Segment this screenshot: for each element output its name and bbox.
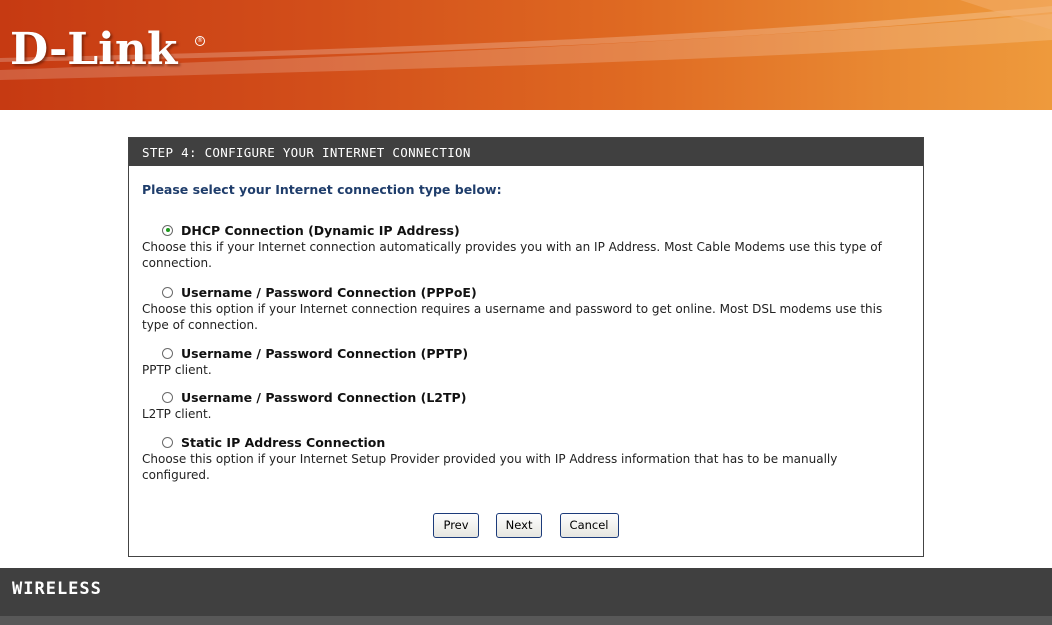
option-pppoe[interactable]: Username / Password Connection (PPPoE) C… [142, 284, 902, 333]
radio-l2tp[interactable] [162, 391, 173, 403]
option-pppoe-description: Choose this option if your Internet conn… [142, 302, 883, 332]
footer-wireless-text: WIRELESS [12, 579, 102, 599]
cancel-button[interactable]: Cancel [559, 513, 619, 538]
option-pppoe-label: Username / Password Connection (PPPoE) [181, 284, 477, 300]
option-dhcp-description: Choose this if your Internet connection … [142, 240, 882, 270]
footer-bottom-strip [0, 616, 1052, 625]
connection-type-prompt: Please select your Internet connection t… [142, 182, 502, 197]
option-static-ip-label: Static IP Address Connection [181, 434, 386, 450]
radio-static-ip[interactable] [162, 436, 173, 448]
header-banner: D-Link ® [0, 0, 1052, 110]
registered-mark: ® [195, 36, 205, 46]
dlink-logo: D-Link [10, 24, 178, 75]
option-l2tp-label: Username / Password Connection (L2TP) [181, 389, 467, 405]
next-button[interactable]: Next [495, 513, 543, 538]
radio-pppoe[interactable] [162, 286, 173, 298]
option-l2tp-description: L2TP client. [142, 407, 212, 421]
option-l2tp[interactable]: Username / Password Connection (L2TP) L2… [142, 389, 902, 422]
option-static-ip-description: Choose this option if your Internet Setu… [142, 452, 838, 482]
option-static-ip[interactable]: Static IP Address Connection Choose this… [142, 434, 902, 483]
radio-dhcp[interactable] [162, 224, 173, 236]
panel-title: STEP 4: CONFIGURE YOUR INTERNET CONNECTI… [129, 138, 923, 166]
wizard-panel: STEP 4: CONFIGURE YOUR INTERNET CONNECTI… [128, 137, 924, 557]
option-pptp-description: PPTP client. [142, 363, 212, 377]
prev-button[interactable]: Prev [433, 513, 479, 538]
footer-bar: WIRELESS [0, 568, 1052, 625]
radio-pptp[interactable] [162, 347, 173, 359]
option-dhcp-label: DHCP Connection (Dynamic IP Address) [181, 222, 460, 238]
wizard-buttons: Prev Next Cancel [129, 513, 923, 538]
option-pptp[interactable]: Username / Password Connection (PPTP) PP… [142, 345, 902, 378]
option-dhcp[interactable]: DHCP Connection (Dynamic IP Address) Cho… [142, 222, 902, 271]
option-pptp-label: Username / Password Connection (PPTP) [181, 345, 469, 361]
